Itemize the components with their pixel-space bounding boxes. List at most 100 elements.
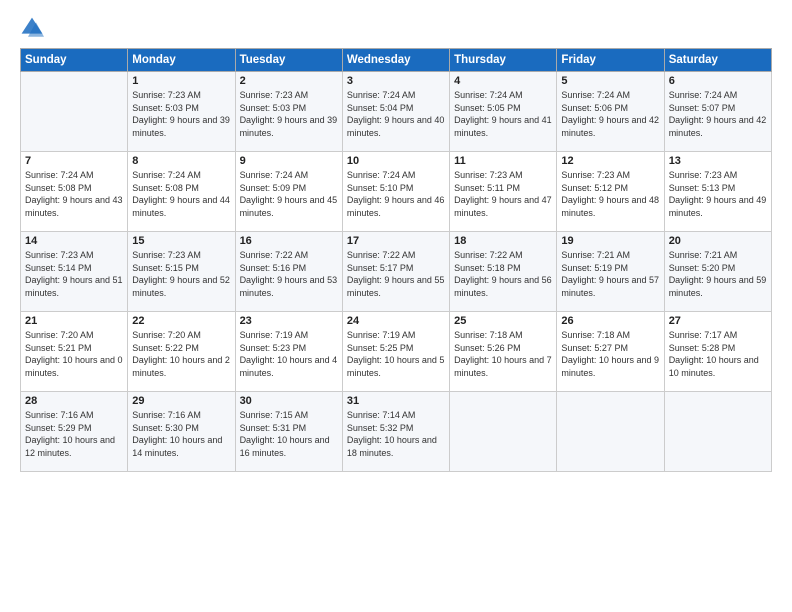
week-row-4: 21Sunrise: 7:20 AMSunset: 5:21 PMDayligh…	[21, 312, 772, 392]
calendar-cell: 14Sunrise: 7:23 AMSunset: 5:14 PMDayligh…	[21, 232, 128, 312]
day-number: 15	[132, 235, 230, 247]
weekday-header-thursday: Thursday	[450, 49, 557, 72]
calendar-cell: 3 Sunrise: 7:24 AMSunset: 5:04 PMDaylight…	[342, 72, 449, 152]
day-number: 20	[669, 235, 767, 247]
cell-info: Sunrise: 7:21 AMSunset: 5:19 PMDaylight:…	[561, 249, 659, 299]
day-number: 19	[561, 235, 659, 247]
day-number: 27	[669, 315, 767, 327]
calendar-cell: 10 Sunrise: 7:24 AMSunset: 5:10 PMDayligh…	[342, 152, 449, 232]
calendar-cell: 27 Sunrise: 7:17 AMSunset: 5:28 PMDayligh…	[664, 312, 771, 392]
day-number: 25	[454, 315, 552, 327]
weekday-header-sunday: Sunday	[21, 49, 128, 72]
week-row-3: 14Sunrise: 7:23 AMSunset: 5:14 PMDayligh…	[21, 232, 772, 312]
cell-info: Sunrise: 7:14 AMSunset: 5:32 PMDaylight:…	[347, 409, 445, 459]
calendar-cell: 18 Sunrise: 7:22 AMSunset: 5:18 PMDayligh…	[450, 232, 557, 312]
day-number: 22	[132, 315, 230, 327]
calendar-cell: 23 Sunrise: 7:19 AMSunset: 5:23 PMDayligh…	[235, 312, 342, 392]
calendar-cell	[450, 392, 557, 472]
calendar-cell: 13 Sunrise: 7:23 AMSunset: 5:13 PMDayligh…	[664, 152, 771, 232]
cell-info: Sunrise: 7:24 AMSunset: 5:09 PMDaylight:…	[240, 169, 338, 219]
day-number: 3	[347, 75, 445, 87]
day-number: 26	[561, 315, 659, 327]
weekday-header-wednesday: Wednesday	[342, 49, 449, 72]
day-number: 18	[454, 235, 552, 247]
day-number: 1	[132, 75, 230, 87]
day-number: 29	[132, 395, 230, 407]
week-row-1: 1 Sunrise: 7:23 AMSunset: 5:03 PMDaylight…	[21, 72, 772, 152]
cell-info: Sunrise: 7:21 AMSunset: 5:20 PMDaylight:…	[669, 249, 767, 299]
cell-info: Sunrise: 7:24 AMSunset: 5:04 PMDaylight:…	[347, 89, 445, 139]
weekday-header-monday: Monday	[128, 49, 235, 72]
calendar-cell: 11 Sunrise: 7:23 AMSunset: 5:11 PMDayligh…	[450, 152, 557, 232]
cell-info: Sunrise: 7:23 AMSunset: 5:14 PMDaylight:…	[25, 249, 123, 299]
calendar-cell: 6 Sunrise: 7:24 AMSunset: 5:07 PMDaylight…	[664, 72, 771, 152]
cell-info: Sunrise: 7:23 AMSunset: 5:15 PMDaylight:…	[132, 249, 230, 299]
calendar-cell: 9 Sunrise: 7:24 AMSunset: 5:09 PMDaylight…	[235, 152, 342, 232]
header	[20, 16, 772, 40]
weekday-header-saturday: Saturday	[664, 49, 771, 72]
day-number: 13	[669, 155, 767, 167]
calendar-cell: 15 Sunrise: 7:23 AMSunset: 5:15 PMDayligh…	[128, 232, 235, 312]
calendar-cell: 4 Sunrise: 7:24 AMSunset: 5:05 PMDaylight…	[450, 72, 557, 152]
calendar-cell: 25Sunrise: 7:18 AMSunset: 5:26 PMDayligh…	[450, 312, 557, 392]
calendar-cell: 26 Sunrise: 7:18 AMSunset: 5:27 PMDayligh…	[557, 312, 664, 392]
cell-info: Sunrise: 7:23 AMSunset: 5:12 PMDaylight:…	[561, 169, 659, 219]
calendar-cell	[21, 72, 128, 152]
calendar-cell	[664, 392, 771, 472]
day-number: 7	[25, 155, 123, 167]
calendar-cell: 1 Sunrise: 7:23 AMSunset: 5:03 PMDaylight…	[128, 72, 235, 152]
cell-info: Sunrise: 7:19 AMSunset: 5:23 PMDaylight:…	[240, 329, 338, 379]
calendar-cell: 12 Sunrise: 7:23 AMSunset: 5:12 PMDayligh…	[557, 152, 664, 232]
day-number: 5	[561, 75, 659, 87]
day-number: 2	[240, 75, 338, 87]
calendar-table: SundayMondayTuesdayWednesdayThursdayFrid…	[20, 48, 772, 472]
cell-info: Sunrise: 7:17 AMSunset: 5:28 PMDaylight:…	[669, 329, 767, 379]
calendar-cell: 16 Sunrise: 7:22 AMSunset: 5:16 PMDayligh…	[235, 232, 342, 312]
cell-info: Sunrise: 7:20 AMSunset: 5:21 PMDaylight:…	[25, 329, 123, 379]
calendar-cell: 17 Sunrise: 7:22 AMSunset: 5:17 PMDayligh…	[342, 232, 449, 312]
cell-info: Sunrise: 7:24 AMSunset: 5:08 PMDaylight:…	[132, 169, 230, 219]
cell-info: Sunrise: 7:23 AMSunset: 5:11 PMDaylight:…	[454, 169, 552, 219]
cell-info: Sunrise: 7:18 AMSunset: 5:27 PMDaylight:…	[561, 329, 659, 379]
cell-info: Sunrise: 7:24 AMSunset: 5:07 PMDaylight:…	[669, 89, 767, 139]
calendar-cell: 19 Sunrise: 7:21 AMSunset: 5:19 PMDayligh…	[557, 232, 664, 312]
day-number: 10	[347, 155, 445, 167]
day-number: 17	[347, 235, 445, 247]
cell-info: Sunrise: 7:22 AMSunset: 5:17 PMDaylight:…	[347, 249, 445, 299]
cell-info: Sunrise: 7:23 AMSunset: 5:03 PMDaylight:…	[240, 89, 338, 139]
day-number: 6	[669, 75, 767, 87]
week-row-2: 7 Sunrise: 7:24 AMSunset: 5:08 PMDaylight…	[21, 152, 772, 232]
calendar-cell: 7 Sunrise: 7:24 AMSunset: 5:08 PMDaylight…	[21, 152, 128, 232]
day-number: 4	[454, 75, 552, 87]
cell-info: Sunrise: 7:24 AMSunset: 5:06 PMDaylight:…	[561, 89, 659, 139]
weekday-header-friday: Friday	[557, 49, 664, 72]
cell-info: Sunrise: 7:22 AMSunset: 5:16 PMDaylight:…	[240, 249, 338, 299]
cell-info: Sunrise: 7:24 AMSunset: 5:10 PMDaylight:…	[347, 169, 445, 219]
weekday-header-tuesday: Tuesday	[235, 49, 342, 72]
cell-info: Sunrise: 7:24 AMSunset: 5:05 PMDaylight:…	[454, 89, 552, 139]
day-number: 24	[347, 315, 445, 327]
cell-info: Sunrise: 7:23 AMSunset: 5:13 PMDaylight:…	[669, 169, 767, 219]
cell-info: Sunrise: 7:24 AMSunset: 5:08 PMDaylight:…	[25, 169, 123, 219]
cell-info: Sunrise: 7:22 AMSunset: 5:18 PMDaylight:…	[454, 249, 552, 299]
day-number: 11	[454, 155, 552, 167]
calendar-cell: 29 Sunrise: 7:16 AMSunset: 5:30 PMDayligh…	[128, 392, 235, 472]
day-number: 23	[240, 315, 338, 327]
calendar-cell: 21Sunrise: 7:20 AMSunset: 5:21 PMDayligh…	[21, 312, 128, 392]
day-number: 9	[240, 155, 338, 167]
calendar-page: SundayMondayTuesdayWednesdayThursdayFrid…	[0, 0, 792, 612]
cell-info: Sunrise: 7:20 AMSunset: 5:22 PMDaylight:…	[132, 329, 230, 379]
calendar-cell: 24 Sunrise: 7:19 AMSunset: 5:25 PMDayligh…	[342, 312, 449, 392]
calendar-cell: 22 Sunrise: 7:20 AMSunset: 5:22 PMDayligh…	[128, 312, 235, 392]
cell-info: Sunrise: 7:19 AMSunset: 5:25 PMDaylight:…	[347, 329, 445, 379]
cell-info: Sunrise: 7:23 AMSunset: 5:03 PMDaylight:…	[132, 89, 230, 139]
calendar-cell	[557, 392, 664, 472]
logo	[20, 16, 48, 40]
day-number: 12	[561, 155, 659, 167]
day-number: 16	[240, 235, 338, 247]
day-number: 30	[240, 395, 338, 407]
weekday-header-row: SundayMondayTuesdayWednesdayThursdayFrid…	[21, 49, 772, 72]
day-number: 8	[132, 155, 230, 167]
week-row-5: 28Sunrise: 7:16 AMSunset: 5:29 PMDayligh…	[21, 392, 772, 472]
cell-info: Sunrise: 7:16 AMSunset: 5:30 PMDaylight:…	[132, 409, 230, 459]
